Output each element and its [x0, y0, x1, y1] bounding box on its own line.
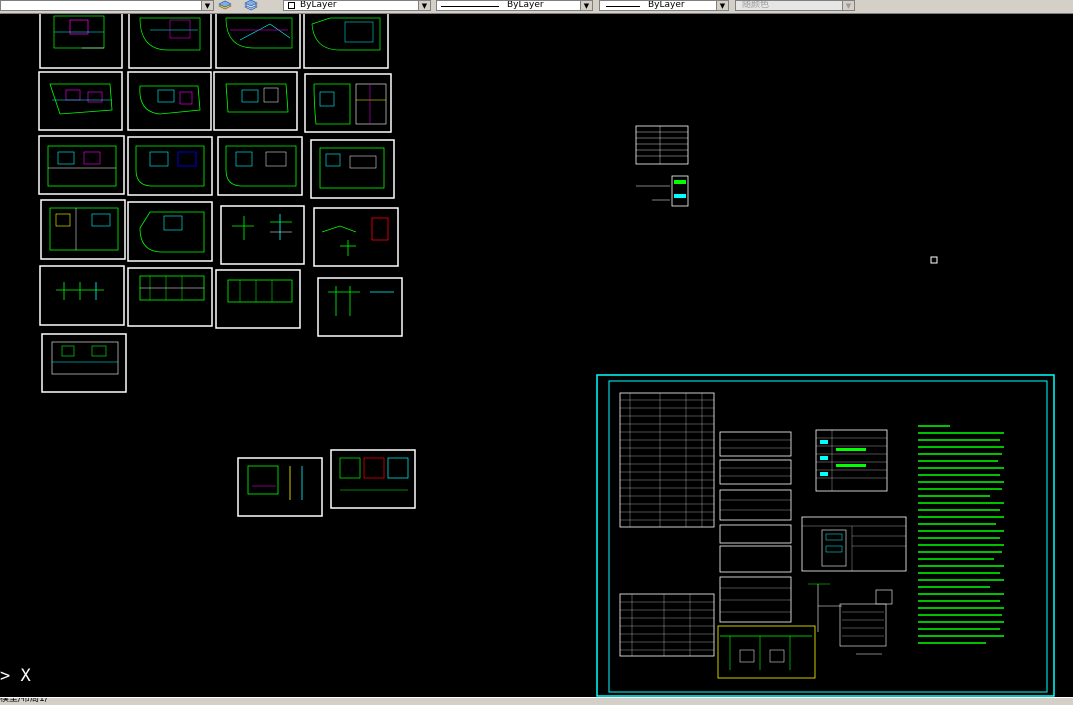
- linetype-combo-arrow-icon[interactable]: ▼: [580, 1, 592, 10]
- legend-table-small[interactable]: [635, 125, 689, 165]
- layer-manager-icon[interactable]: [218, 0, 232, 11]
- pickbox-cursor: [930, 256, 938, 264]
- layer-combo[interactable]: ▼: [0, 0, 214, 11]
- layer-combo-arrow-icon[interactable]: ▼: [201, 1, 213, 10]
- plotstyle-combo-arrow-icon: ▼: [842, 1, 854, 10]
- load-tables: [719, 431, 792, 623]
- design-notes-text-block: [918, 425, 1004, 644]
- sheet-system-r5c2[interactable]: [127, 267, 213, 327]
- lineweight-combo-arrow-icon[interactable]: ▼: [716, 1, 728, 10]
- drawing-sheets: [38, 14, 938, 517]
- sheet-floor-plan-r1c1[interactable]: [39, 14, 123, 69]
- sheet-system-r5c3[interactable]: [215, 269, 301, 329]
- sheet-floor-plan-r4c2[interactable]: [127, 201, 213, 262]
- sheet-floor-plan-r2c4[interactable]: [304, 73, 392, 133]
- sheet-floor-plan-r4c1[interactable]: [40, 199, 126, 260]
- single-line-diagram: [808, 583, 893, 655]
- wiring-diagram-green: [717, 625, 816, 679]
- sheet-system-r5c4[interactable]: [317, 277, 403, 337]
- sheet-floor-plan-r1c2[interactable]: [128, 14, 212, 69]
- color-combo-arrow-icon[interactable]: ▼: [418, 1, 430, 10]
- linetype-sample: [441, 6, 499, 7]
- sheet-electrical-design-notes[interactable]: [596, 374, 1055, 697]
- properties-toolbar: ▼ ByLayer ▼ ByLayer ▼ ByLayer ▼ 随颜色 ▼: [0, 0, 1073, 14]
- command-line-prompt[interactable]: > X: [0, 666, 31, 686]
- color-combo-value: ByLayer: [300, 0, 337, 10]
- model-space-drawing: [38, 14, 1055, 697]
- sheet-site-plan-r6c1[interactable]: [41, 333, 127, 393]
- plotstyle-combo: 随颜色 ▼: [735, 0, 855, 11]
- sheet-detail-mid-left[interactable]: [237, 457, 323, 517]
- sheet-detail-mid-right[interactable]: [330, 449, 416, 509]
- color-combo[interactable]: ByLayer ▼: [283, 0, 431, 11]
- drawing-canvas[interactable]: [0, 14, 1073, 700]
- sheet-floor-plan-r3c2[interactable]: [127, 136, 213, 196]
- lineweight-sample: [606, 6, 640, 7]
- distribution-panel-diagram: [801, 516, 907, 572]
- sheet-detail-r4c3[interactable]: [220, 205, 305, 265]
- sheet-floor-plan-r1c4[interactable]: [303, 14, 389, 69]
- sheet-floor-plan-r3c3[interactable]: [217, 136, 303, 196]
- lineweight-combo[interactable]: ByLayer ▼: [599, 0, 729, 11]
- sheet-floor-plan-r1c3[interactable]: [215, 14, 301, 69]
- plotstyle-combo-value: 随颜色: [742, 0, 770, 10]
- sheet-floor-plan-r2c3[interactable]: [213, 71, 298, 131]
- linetype-combo[interactable]: ByLayer ▼: [436, 0, 593, 11]
- sheet-floor-plan-r3c1[interactable]: [38, 135, 125, 195]
- legend-symbol-small[interactable]: [636, 175, 689, 207]
- equipment-table-lower: [619, 593, 715, 657]
- lineweight-combo-value: ByLayer: [648, 0, 685, 10]
- linetype-combo-value: ByLayer: [507, 0, 544, 10]
- sheet-floor-plan-r2c2[interactable]: [127, 71, 212, 131]
- color-swatch: [288, 2, 295, 9]
- sheet-detail-r4c4[interactable]: [313, 207, 399, 267]
- sheet-floor-plan-r3c4[interactable]: [310, 139, 395, 199]
- symbol-legend-table: [815, 429, 888, 492]
- equipment-table: [619, 392, 715, 528]
- sheet-system-r5c1[interactable]: [39, 265, 125, 326]
- sheet-floor-plan-r2c1[interactable]: [38, 71, 123, 131]
- layer-states-icon[interactable]: [244, 0, 258, 11]
